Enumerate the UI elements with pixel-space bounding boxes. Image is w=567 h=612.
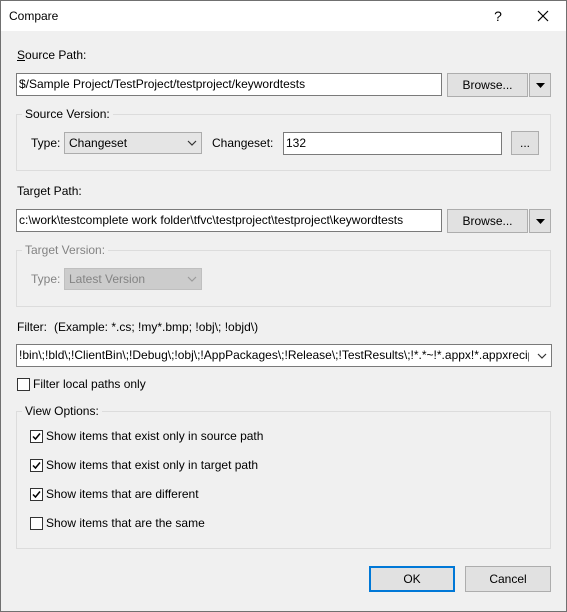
view-options-group-label: View Options: [22,404,102,418]
target-type-value: Latest Version [69,272,146,286]
target-browse-split-button: Browse... [447,209,551,233]
source-browse-label: Browse... [462,78,513,92]
chevron-down-icon [186,269,198,289]
option-same-label: Show items that are the same [46,516,205,530]
changeset-input[interactable]: 132 [283,132,502,155]
changeset-browse-button[interactable]: ... [511,131,539,155]
source-browse-dropdown[interactable] [529,73,551,97]
filter-example: (Example: *.cs; !my*.bmp; !obj\; !objd\) [54,320,259,334]
source-browse-split-button: Browse... [447,73,551,97]
checkmark-icon [32,491,41,499]
source-path-label: Source Path: [17,48,87,62]
target-browse-dropdown[interactable] [529,209,551,233]
target-browse-button[interactable]: Browse... [447,209,528,233]
checkmark-icon [32,433,41,441]
filter-label: Filter: [17,320,47,334]
dialog-title: Compare [9,9,59,23]
option-different-label: Show items that are different [46,487,199,501]
target-path-label: Target Path: [17,184,82,198]
option-target-only-label: Show items that exist only in target pat… [46,458,259,472]
chevron-down-icon [536,345,548,366]
target-path-input[interactable]: c:\work\testcomplete work folder\tfvc\te… [16,209,442,232]
chevron-down-icon [535,82,545,88]
target-browse-label: Browse... [462,214,513,228]
chevron-down-icon [535,218,545,224]
filter-value: !bin\;!bld\;!ClientBin\;!Debug\;!obj\;!A… [19,348,529,362]
changeset-label: Changeset: [212,136,274,150]
option-same-checkbox[interactable] [30,517,43,530]
option-source-only-label: Show items that exist only in source pat… [46,429,264,443]
chevron-down-icon [186,133,198,153]
source-path-input[interactable]: $/Sample Project/TestProject/testproject… [16,73,442,96]
close-button[interactable] [523,1,563,31]
target-version-group-label: Target Version: [22,243,109,257]
target-type-dropdown[interactable]: Latest Version [64,268,202,290]
source-type-label: Type: [31,136,61,150]
cancel-button[interactable]: Cancel [465,566,551,592]
option-source-only-checkbox[interactable] [30,430,43,443]
source-type-value: Changeset [69,136,128,150]
close-icon [537,10,549,22]
ok-button[interactable]: OK [369,566,455,592]
filter-combobox[interactable]: !bin\;!bld\;!ClientBin\;!Debug\;!obj\;!A… [16,344,552,367]
filter-local-only-label: Filter local paths only [33,377,146,391]
option-different-checkbox[interactable] [30,488,43,501]
filter-local-only-checkbox[interactable] [17,378,30,391]
help-button[interactable]: ? [478,1,518,31]
source-version-group-label: Source Version: [22,107,113,121]
option-target-only-checkbox[interactable] [30,459,43,472]
title-bar: Compare ? [1,1,566,31]
compare-dialog: Compare ? Source Path: $/Sample Project/… [0,0,567,612]
target-type-label: Type: [31,272,61,286]
checkmark-icon [32,462,41,470]
source-browse-button[interactable]: Browse... [447,73,528,97]
source-type-dropdown[interactable]: Changeset [64,132,202,154]
